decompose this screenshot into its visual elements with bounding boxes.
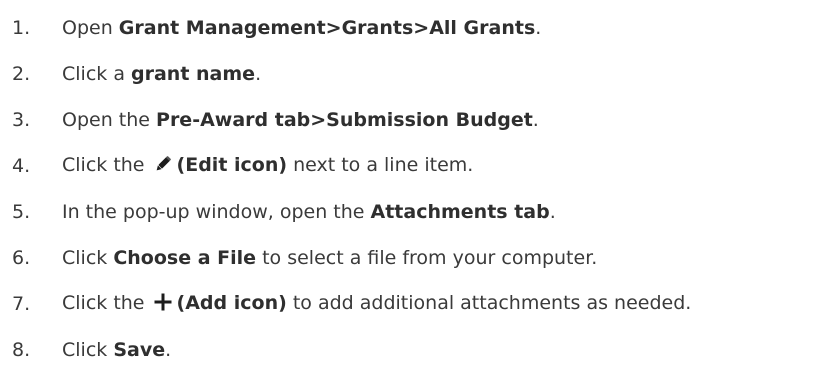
step-number: 2. — [12, 63, 31, 85]
step-text: Click Choose a File to select a file fro… — [62, 247, 597, 269]
step-emphasis: grant name — [131, 63, 256, 85]
step-text-run: Open — [62, 17, 119, 39]
step-text-run: to add additional attachments as needed. — [286, 291, 692, 314]
step-item: 4. Click the (Edit icon) next to a line i… — [0, 143, 821, 189]
step-text: In the pop-up window, open the Attachmen… — [62, 201, 556, 223]
step-text-run: . — [255, 63, 262, 85]
step-text: Open the Pre-Award tab>Submission Budget… — [62, 109, 539, 131]
step-text-run: . — [165, 339, 172, 361]
step-item: 1. Open Grant Management>Grants>All Grant… — [0, 5, 821, 51]
step-text-run: Click — [62, 247, 114, 269]
step-text: Click the (Add icon) to add additional a… — [62, 292, 691, 317]
step-item: 5. In the pop-up window, open the Attachm… — [0, 189, 821, 235]
step-text: Open Grant Management>Grants>All Grants. — [62, 17, 541, 39]
step-emphasis: (Add icon) — [176, 291, 287, 314]
step-text: Click a grant name. — [62, 63, 261, 85]
step-emphasis: Pre-Award tab>Submission Budget — [156, 109, 533, 131]
step-text: Click Save. — [62, 339, 171, 361]
step-item: 7. Click the (Add icon) to add additional… — [0, 281, 821, 327]
step-text-run: Click the — [62, 291, 151, 314]
step-number: 4. — [12, 155, 31, 177]
step-emphasis: Grant Management>Grants>All Grants — [118, 17, 536, 39]
step-text-run: In the pop-up window, open the — [62, 201, 371, 223]
step-text-run: . — [549, 201, 556, 223]
step-item: 2. Click a grant name. — [0, 51, 821, 97]
step-number: 6. — [12, 247, 31, 269]
step-emphasis: (Edit icon) — [176, 153, 288, 176]
step-text-run: . — [532, 109, 539, 131]
step-emphasis: Save — [113, 339, 166, 361]
plus-icon — [153, 292, 173, 317]
step-item: 6. Click Choose a File to select a file f… — [0, 235, 821, 281]
step-text-run: Click — [62, 339, 114, 361]
step-text-run: Click the — [62, 153, 151, 176]
step-number: 5. — [12, 201, 31, 223]
step-emphasis: Attachments tab — [370, 201, 550, 223]
step-text: Click the (Edit icon) next to a line ite… — [62, 154, 473, 179]
step-number: 3. — [12, 109, 31, 131]
step-text-run: next to a line item. — [287, 153, 474, 176]
step-emphasis: Choose a File — [113, 247, 257, 269]
step-number: 8. — [12, 339, 31, 361]
step-text-run: to select a file from your computer. — [256, 247, 598, 269]
step-item: 3. Open the Pre-Award tab>Submission Budg… — [0, 97, 821, 143]
step-number: 1. — [12, 17, 31, 39]
instruction-list: 1. Open Grant Management>Grants>All Grant… — [0, 5, 821, 373]
pencil-icon — [153, 154, 173, 179]
step-item: 8. Click Save. — [0, 327, 821, 373]
step-text-run: Open the — [62, 109, 157, 131]
step-number: 7. — [12, 293, 31, 315]
step-text-run: . — [535, 17, 542, 39]
step-text-run: Click a — [62, 63, 131, 85]
